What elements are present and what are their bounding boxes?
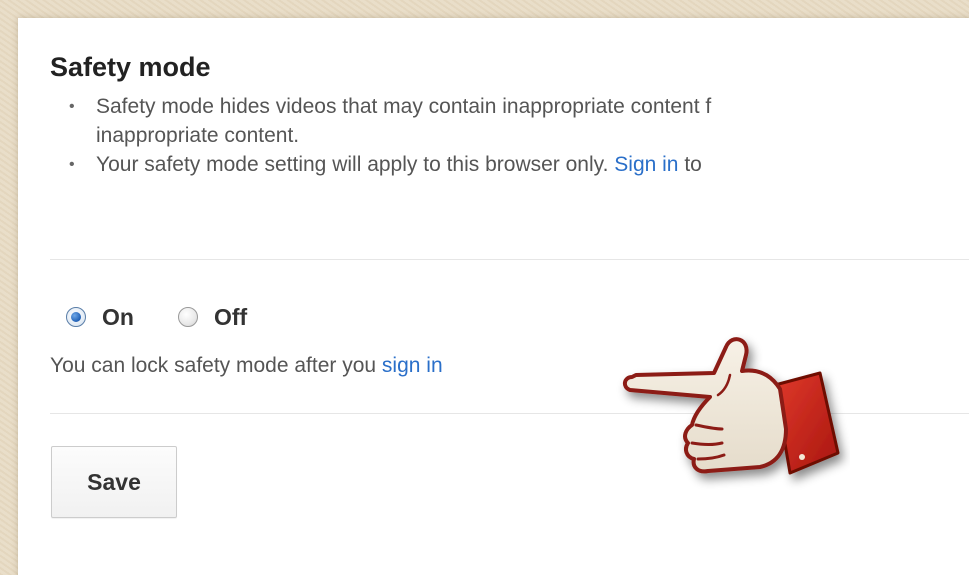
radio-on-label[interactable]: On bbox=[102, 304, 134, 331]
bullet-text-line1: Safety mode hides videos that may contai… bbox=[96, 95, 712, 118]
sign-in-link[interactable]: Sign in bbox=[614, 153, 678, 176]
lock-note-text: You can lock safety mode after you bbox=[50, 354, 382, 377]
list-item: • Your safety mode setting will apply to… bbox=[50, 150, 969, 179]
lock-note: You can lock safety mode after you sign … bbox=[50, 354, 443, 378]
radio-unchecked-icon[interactable] bbox=[177, 307, 198, 327]
divider bbox=[50, 259, 969, 260]
hand-shape bbox=[623, 337, 840, 475]
bullet-icon: • bbox=[69, 98, 75, 115]
pointing-hand-icon bbox=[623, 337, 840, 475]
browser-only-text-after: to bbox=[678, 153, 702, 176]
radio-off-label[interactable]: Off bbox=[214, 304, 247, 331]
save-button[interactable]: Save bbox=[51, 446, 177, 518]
list-item: • Safety mode hides videos that may cont… bbox=[50, 92, 969, 150]
radio-dot-icon bbox=[71, 312, 81, 322]
safety-mode-section: Safety mode • Safety mode hides videos t… bbox=[50, 50, 969, 179]
section-title: Safety mode bbox=[50, 52, 211, 82]
bullet-text-line2: inappropriate content. bbox=[96, 124, 300, 147]
bullet-icon: • bbox=[69, 156, 75, 173]
radio-on[interactable]: On bbox=[66, 304, 134, 331]
lock-sign-in-link[interactable]: sign in bbox=[382, 354, 443, 377]
info-list: • Safety mode hides videos that may cont… bbox=[50, 92, 969, 179]
radio-off[interactable]: Off bbox=[177, 304, 247, 331]
radio-checked-icon[interactable] bbox=[66, 307, 86, 327]
browser-only-note: Your safety mode setting will apply to t… bbox=[96, 150, 969, 179]
browser-only-text: Your safety mode setting will apply to t… bbox=[96, 153, 615, 176]
safety-mode-toggle: On Off bbox=[66, 302, 291, 332]
